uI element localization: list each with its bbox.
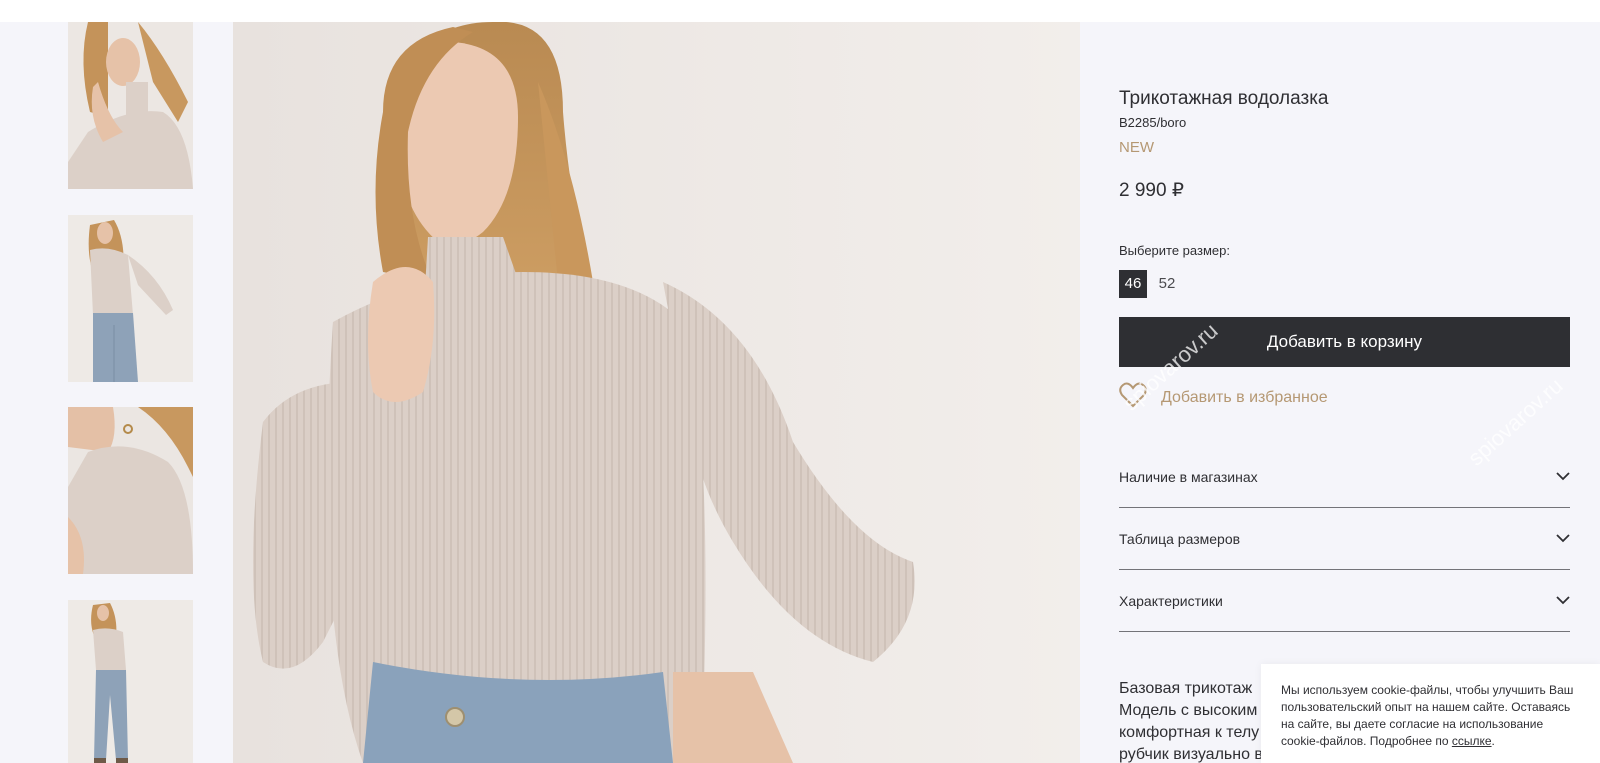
cookie-link[interactable]: ссылке <box>1452 734 1492 748</box>
product-area: Трикотажная водолазка B2285/boro NEW 2 9… <box>0 22 1600 763</box>
cookie-banner: Мы используем cookie-файлы, чтобы улучши… <box>1261 664 1600 763</box>
size-label: Выберите размер: <box>1119 243 1230 258</box>
thumbnail-1[interactable] <box>68 22 193 189</box>
size-selector: 46 52 <box>1119 270 1181 298</box>
chevron-down-icon <box>1556 592 1570 610</box>
cookie-tail: . <box>1491 734 1495 748</box>
main-product-image[interactable] <box>233 22 1080 763</box>
chevron-down-icon <box>1556 530 1570 548</box>
top-bar <box>0 0 1600 22</box>
chevron-down-icon <box>1556 468 1570 486</box>
product-sku: B2285/boro <box>1119 115 1187 130</box>
size-option-52[interactable]: 52 <box>1153 270 1181 298</box>
product-page: Трикотажная водолазка B2285/boro NEW 2 9… <box>0 0 1600 763</box>
accordion-store-availability[interactable]: Наличие в магазинах <box>1119 446 1570 508</box>
thumbnail-3[interactable] <box>68 407 193 574</box>
add-to-favorites-button[interactable]: Добавить в избранное <box>1119 382 1328 413</box>
thumbnail-4[interactable] <box>68 600 193 763</box>
accordion-size-chart[interactable]: Таблица размеров <box>1119 508 1570 570</box>
size-option-46[interactable]: 46 <box>1119 270 1147 298</box>
accordion-label: Характеристики <box>1119 592 1223 609</box>
accordion-label: Таблица размеров <box>1119 530 1241 547</box>
cookie-text: Мы используем cookie-файлы, чтобы улучши… <box>1281 683 1574 748</box>
thumbnail-2[interactable] <box>68 215 193 382</box>
heart-icon <box>1119 382 1147 413</box>
product-title: Трикотажная водолазка <box>1119 88 1329 109</box>
product-price: 2 990 ₽ <box>1119 180 1184 201</box>
accordion-characteristics[interactable]: Характеристики <box>1119 570 1570 632</box>
add-to-cart-button[interactable]: Добавить в корзину <box>1119 317 1570 367</box>
favorites-label: Добавить в избранное <box>1161 388 1328 406</box>
new-badge: NEW <box>1119 139 1154 156</box>
accordion-label: Наличие в магазинах <box>1119 468 1258 485</box>
